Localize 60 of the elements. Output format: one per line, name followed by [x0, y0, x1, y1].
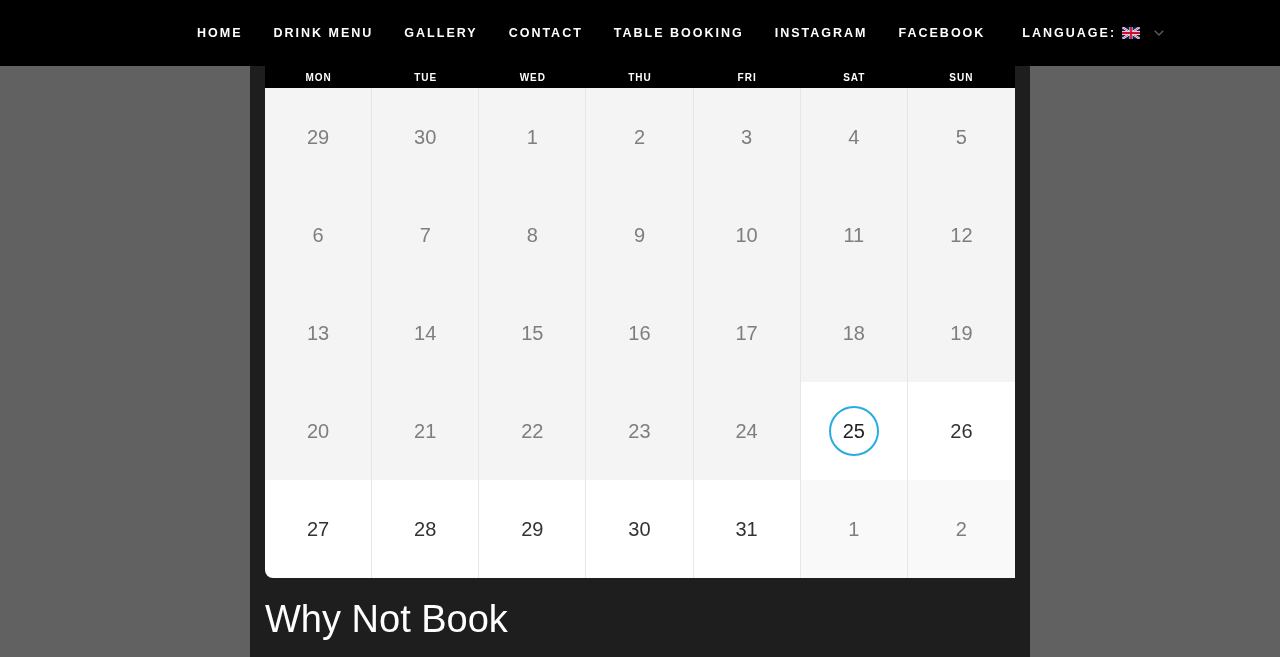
day-number: 3	[741, 125, 753, 149]
day-number: 27	[306, 517, 330, 541]
nav-link[interactable]: CONTACT	[508, 22, 583, 44]
day-number: 30	[628, 517, 651, 541]
day-cell[interactable]: 26	[907, 382, 1015, 480]
day-number: 22	[521, 419, 544, 443]
day-number: 4	[848, 125, 860, 149]
day-number: 23	[628, 419, 651, 443]
section-heading: Why Not Book	[265, 597, 509, 642]
weekday-label: SUN	[949, 71, 974, 83]
nav-link[interactable]: INSTAGRAM	[774, 22, 868, 44]
day-number: 2	[633, 125, 646, 149]
day-number: 9	[633, 223, 646, 247]
day-number: 31	[735, 517, 758, 541]
day-number: 1	[526, 125, 538, 149]
day-number: 7	[419, 223, 431, 247]
flag-icon	[1122, 27, 1141, 39]
nav-link[interactable]: DRINK MENU	[273, 22, 374, 44]
day-cell[interactable]: 30	[586, 480, 694, 578]
day-number: 18	[842, 321, 865, 345]
day-number: 21	[414, 419, 437, 443]
day-cell[interactable]: 28	[372, 480, 480, 578]
day-number: 15	[521, 321, 544, 345]
day-number: 29	[521, 517, 544, 541]
day-cell[interactable]: 25	[800, 382, 908, 480]
day-number: 13	[306, 321, 330, 345]
day-number: 26	[950, 419, 973, 443]
weekday-label: TUE	[414, 71, 438, 83]
weekday-label: WED	[519, 71, 546, 83]
day-number: 14	[414, 321, 437, 345]
weekday-label: THU	[628, 71, 652, 83]
day-number: 1	[848, 517, 860, 541]
weekday-label: MON	[305, 71, 332, 83]
weekday-label: SAT	[843, 71, 866, 83]
day-number: 28	[414, 517, 437, 541]
day-number: 2	[955, 517, 967, 541]
day-number: 19	[950, 321, 973, 345]
nav-link[interactable]: GALLERY	[404, 22, 478, 44]
day-number: 16	[628, 321, 651, 345]
current-day-number: 25	[828, 406, 879, 456]
day-number: 24	[735, 419, 758, 443]
day-number: 17	[735, 321, 758, 345]
language-selector[interactable]: LANGUAGE:	[1022, 22, 1165, 44]
day-number: 30	[414, 125, 437, 149]
day-number: 5	[955, 125, 967, 149]
day-number: 10	[735, 223, 758, 247]
day-number: 8	[526, 223, 538, 247]
day-number: 29	[306, 125, 330, 149]
nav-link[interactable]: FACEBOOK	[898, 22, 986, 44]
nav-link[interactable]: TABLE BOOKING	[613, 22, 744, 44]
day-number: 6	[312, 223, 324, 247]
day-number: 20	[306, 419, 330, 443]
day-number: 11	[843, 223, 865, 247]
day-cell[interactable]: 31	[693, 480, 801, 578]
weekday-label: FRI	[737, 71, 757, 83]
day-number: 12	[950, 223, 973, 247]
day-cell[interactable]: 27	[265, 480, 373, 578]
day-cell[interactable]: 29	[479, 480, 587, 578]
nav-link[interactable]: HOME	[197, 22, 243, 44]
chevron-down-icon	[1154, 30, 1165, 36]
